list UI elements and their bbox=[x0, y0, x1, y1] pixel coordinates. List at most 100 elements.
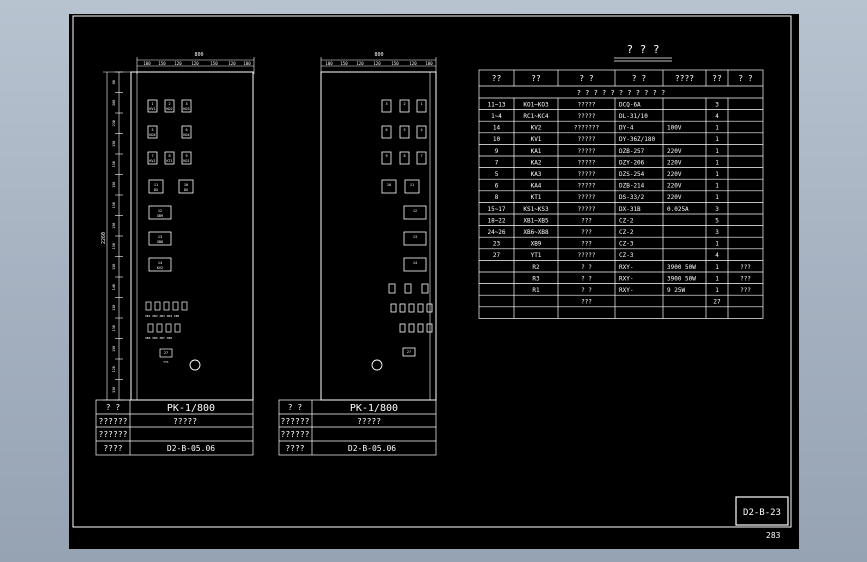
sub-dim: 100 bbox=[243, 61, 251, 66]
table-cell: 1 bbox=[715, 183, 719, 190]
device-label: 7 bbox=[420, 154, 422, 158]
device-label: 8 bbox=[168, 154, 170, 158]
table-cell: 1 bbox=[715, 171, 719, 178]
sub-dim: 120 bbox=[174, 61, 182, 66]
table-cell: 1 bbox=[715, 275, 719, 282]
sub-dim: 120 bbox=[409, 61, 417, 66]
table-cell: 3 bbox=[715, 229, 719, 236]
device-label: 7 bbox=[151, 154, 153, 158]
table-cell: 10 bbox=[493, 136, 501, 143]
width-label: 800 bbox=[194, 52, 203, 58]
table-cell: ? ? bbox=[581, 264, 592, 271]
device-label: KV2 bbox=[157, 266, 163, 270]
device-label: 10 bbox=[387, 183, 391, 187]
indicator-lamp bbox=[189, 359, 201, 371]
table-header-cell: ?? bbox=[531, 74, 541, 83]
title-cell: ???? bbox=[103, 444, 122, 453]
table-cell: 4 bbox=[715, 113, 719, 120]
device-label: YT1 bbox=[163, 360, 169, 364]
equipment-table: ? ? ? ????? ?? ???????? ?? ? ? ? ? ? ? ?… bbox=[478, 43, 764, 319]
height-dim-label: 150 bbox=[112, 243, 116, 249]
table-subheader: ? ? ? ? ? ? ? ? ? ? ? bbox=[577, 89, 666, 97]
table-cell: 220V bbox=[667, 194, 682, 201]
title-cell: ? ? bbox=[106, 403, 121, 412]
table-cell: 100V bbox=[667, 125, 682, 132]
cad-viewport: D2-B-23 800 100 150 120 120 150 120 100 bbox=[69, 14, 799, 549]
table-cell: CZ-2 bbox=[619, 217, 634, 224]
table-cell: 1 bbox=[715, 194, 719, 201]
table-cell: XB6~XB8 bbox=[523, 229, 549, 236]
height-dim-label: 330 bbox=[112, 387, 116, 393]
height-dim-label: 150 bbox=[112, 182, 116, 188]
device-label: 4 bbox=[420, 128, 422, 132]
device-label: KO2 bbox=[166, 107, 172, 111]
drawing-sheet: D2-B-23 800 100 150 120 120 150 120 100 bbox=[72, 15, 792, 528]
table-cell: DL-31/10 bbox=[619, 113, 648, 120]
device-label: 9 bbox=[385, 154, 387, 158]
table-cell: XB9 bbox=[531, 241, 542, 248]
table-cell: RXY- bbox=[619, 264, 633, 271]
height-dim-label: 80 bbox=[112, 80, 116, 84]
table-cell: 3 bbox=[715, 101, 719, 108]
table-cell: RXY- bbox=[619, 275, 633, 282]
sub-dim: 100 bbox=[325, 61, 333, 66]
table-cell: KA4 bbox=[531, 183, 542, 190]
table-cell: 15~17 bbox=[487, 206, 505, 213]
table-cells: ????? ?? ???????? ?? ? ? ? ? ? ? ? ? ? ?… bbox=[487, 74, 752, 306]
table-cell: ??? bbox=[581, 217, 592, 224]
table-cell: RXY- bbox=[619, 287, 633, 294]
device-label: 1 bbox=[151, 102, 153, 106]
table-cell: ????? bbox=[577, 183, 595, 190]
device-label: KT1 bbox=[166, 159, 172, 163]
height-dim-label: 150 bbox=[112, 141, 116, 147]
table-cell: 3 bbox=[715, 206, 719, 213]
table-cell: 3900 50W bbox=[667, 275, 696, 282]
table-cell: KV1 bbox=[531, 136, 542, 143]
table-cell: KA1 bbox=[531, 148, 542, 155]
table-cell: ????? bbox=[577, 136, 595, 143]
height-dim-label: 150 bbox=[112, 202, 116, 208]
sub-dim: 100 bbox=[425, 61, 433, 66]
height-dim-label: 150 bbox=[112, 264, 116, 270]
table-cell: 1 bbox=[715, 264, 719, 271]
table-cell: CZ-3 bbox=[619, 252, 634, 259]
height-dim-label: 200 bbox=[112, 100, 116, 106]
table-cell: R3 bbox=[532, 275, 540, 282]
device-label: 6 bbox=[385, 128, 387, 132]
table-cell: ??? bbox=[740, 275, 751, 282]
sub-dim: 150 bbox=[391, 61, 399, 66]
sub-dim: 120 bbox=[228, 61, 236, 66]
sub-dims: 100 150 120 120 150 120 100 bbox=[143, 61, 251, 66]
table-cell: 27 bbox=[713, 299, 721, 306]
table-cell: KA3 bbox=[531, 171, 542, 178]
table-cell: RC1~KC4 bbox=[523, 113, 549, 120]
title-cell: PK-1/800 bbox=[350, 403, 398, 414]
table-title: ? ? ? bbox=[626, 43, 659, 56]
table-header-cell: ? ? bbox=[632, 74, 647, 83]
drawing-code-block: D2-B-23 bbox=[735, 496, 789, 526]
table-cell: 8 bbox=[495, 194, 499, 201]
title-cell: PK-1/800 bbox=[167, 403, 215, 414]
table-cell: 6 bbox=[495, 183, 499, 190]
panel-right-elevation: 800 100 150 120 120 150 120 100 3 2 1 6 … bbox=[278, 52, 437, 456]
table-cell: 1 bbox=[715, 125, 719, 132]
table-cell: ????? bbox=[577, 252, 595, 259]
table-cell: YT1 bbox=[531, 252, 542, 259]
page-number: 283 bbox=[766, 531, 781, 540]
table-cell: ????? bbox=[577, 171, 595, 178]
title-cell: D2-B-05.06 bbox=[167, 444, 215, 453]
table-cell: ??? bbox=[581, 241, 592, 248]
device-label: 6 bbox=[185, 128, 187, 132]
table-cell: 9 bbox=[495, 148, 499, 155]
height-dim-label: 130 bbox=[112, 305, 116, 311]
device-label: 3 bbox=[385, 102, 387, 106]
device-label: 27 bbox=[164, 351, 168, 355]
cabinet-outline bbox=[320, 71, 437, 401]
panel-left-elevation: 800 100 150 120 120 150 120 100 80 200 230… bbox=[95, 52, 255, 456]
table-cell: XB1~XB5 bbox=[523, 217, 549, 224]
sub-dim: 150 bbox=[210, 61, 218, 66]
title-cell: ???? bbox=[285, 444, 304, 453]
sub-dims: 100 150 120 120 150 120 100 bbox=[325, 61, 433, 66]
height-dim-label: 150 bbox=[112, 346, 116, 352]
table-cell: ??? bbox=[740, 264, 751, 271]
